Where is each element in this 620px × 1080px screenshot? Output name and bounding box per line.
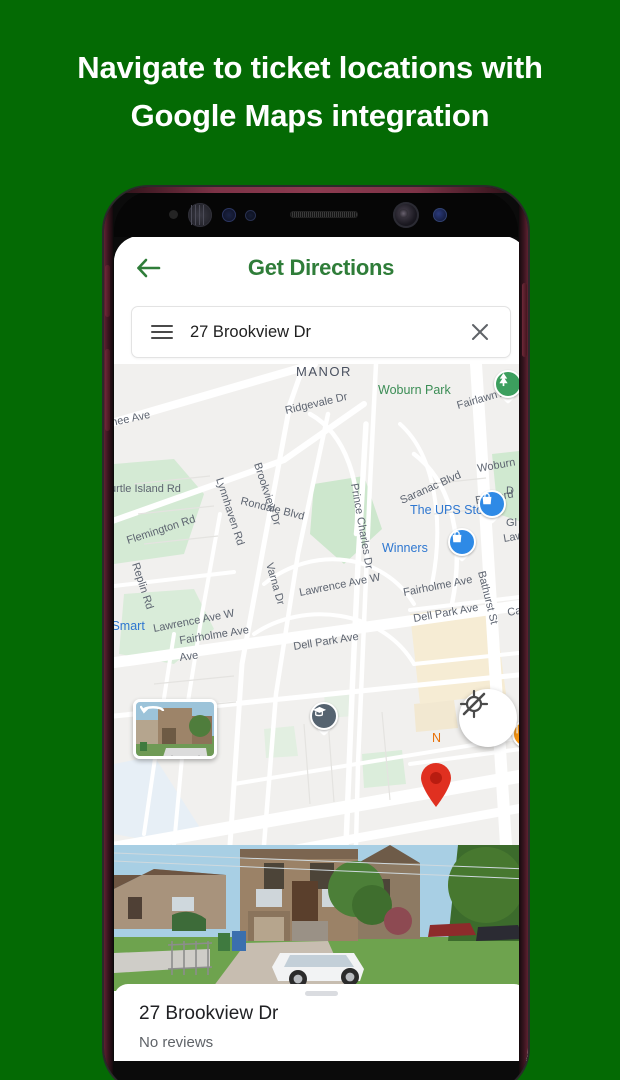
map-label-area: MANOR (296, 364, 352, 379)
streetview-photo[interactable] (114, 845, 528, 991)
map-label-street: Gl (506, 517, 517, 529)
map-pin-icon (421, 763, 451, 807)
streetview-thumbnail[interactable] (133, 699, 217, 759)
page-title: Get Directions (247, 255, 395, 280)
light-sensor-icon (222, 208, 236, 222)
map-poi-label: tSmart (114, 619, 145, 633)
promo-screenshot: Navigate to ticket locations with Google… (0, 0, 620, 1080)
place-title: 27 Brookview Dr (139, 1003, 279, 1024)
led-indicator-icon (433, 208, 447, 222)
arrow-left-icon (137, 258, 161, 278)
earpiece-speaker-icon (290, 211, 358, 218)
place-reviews: No reviews (139, 1034, 214, 1051)
map-vector: MANOR Ridgevale Dr Fairlawn Ave nee Ave … (114, 364, 528, 845)
iris-scanner-icon (188, 203, 212, 227)
park-tree-icon (494, 370, 522, 398)
my-location-button[interactable] (459, 689, 517, 747)
back-button[interactable] (134, 254, 164, 282)
front-camera-icon (393, 202, 419, 228)
search-input[interactable]: 27 Brookview Dr (190, 323, 470, 342)
volume-up-button[interactable] (105, 265, 110, 317)
sheet-drag-handle[interactable] (305, 991, 338, 996)
place-bottom-sheet: 27 Brookview Dr No reviews Directions (114, 984, 528, 1061)
close-icon[interactable] (470, 322, 490, 342)
phone-frame-left (104, 187, 113, 1080)
proximity-sensor-icon (169, 210, 178, 219)
school-icon (310, 702, 338, 730)
app-bar: Get Directions (114, 236, 528, 300)
destination-pin[interactable] (419, 762, 453, 808)
volume-down-button[interactable] (105, 349, 110, 431)
map-poi-label-park: Woburn Park (378, 383, 451, 397)
streetview-photo-image (114, 845, 528, 991)
map-label-street: urtle Island Rd (114, 483, 181, 495)
promo-headline: Navigate to ticket locations with Google… (0, 44, 620, 140)
poi-marker-school[interactable] (310, 702, 338, 737)
phone-top-bezel (114, 191, 518, 237)
search-bar[interactable]: 27 Brookview Dr (131, 306, 511, 358)
map-label-street: D (506, 485, 514, 497)
headline-line-1: Navigate to ticket locations with (77, 50, 543, 85)
poi-marker-woburn-park[interactable] (494, 370, 522, 405)
phone-mockup: Get Directions 27 Brookview Dr MANOR Rid… (104, 187, 528, 1080)
search-area: 27 Brookview Dr (114, 300, 528, 364)
hamburger-icon[interactable] (151, 321, 173, 343)
poi-marker-winners[interactable] (448, 528, 476, 563)
headline-line-2: Google Maps integration (130, 98, 490, 133)
map-poi-label-orange: N (432, 731, 441, 745)
phone-screen: Get Directions 27 Brookview Dr MANOR Rid… (114, 236, 528, 1061)
poi-marker-ups-store[interactable] (478, 490, 506, 525)
location-off-icon (459, 689, 489, 719)
shopping-bag-icon (478, 490, 506, 518)
phone-frame-top (114, 187, 518, 193)
map-poi-label: Winners (382, 541, 428, 555)
ir-sensor-icon (245, 210, 256, 221)
power-button[interactable] (522, 283, 527, 357)
pano-rotate-icon (140, 705, 165, 714)
shopping-bag-icon (448, 528, 476, 556)
map-canvas[interactable]: MANOR Ridgevale Dr Fairlawn Ave nee Ave … (114, 364, 528, 845)
